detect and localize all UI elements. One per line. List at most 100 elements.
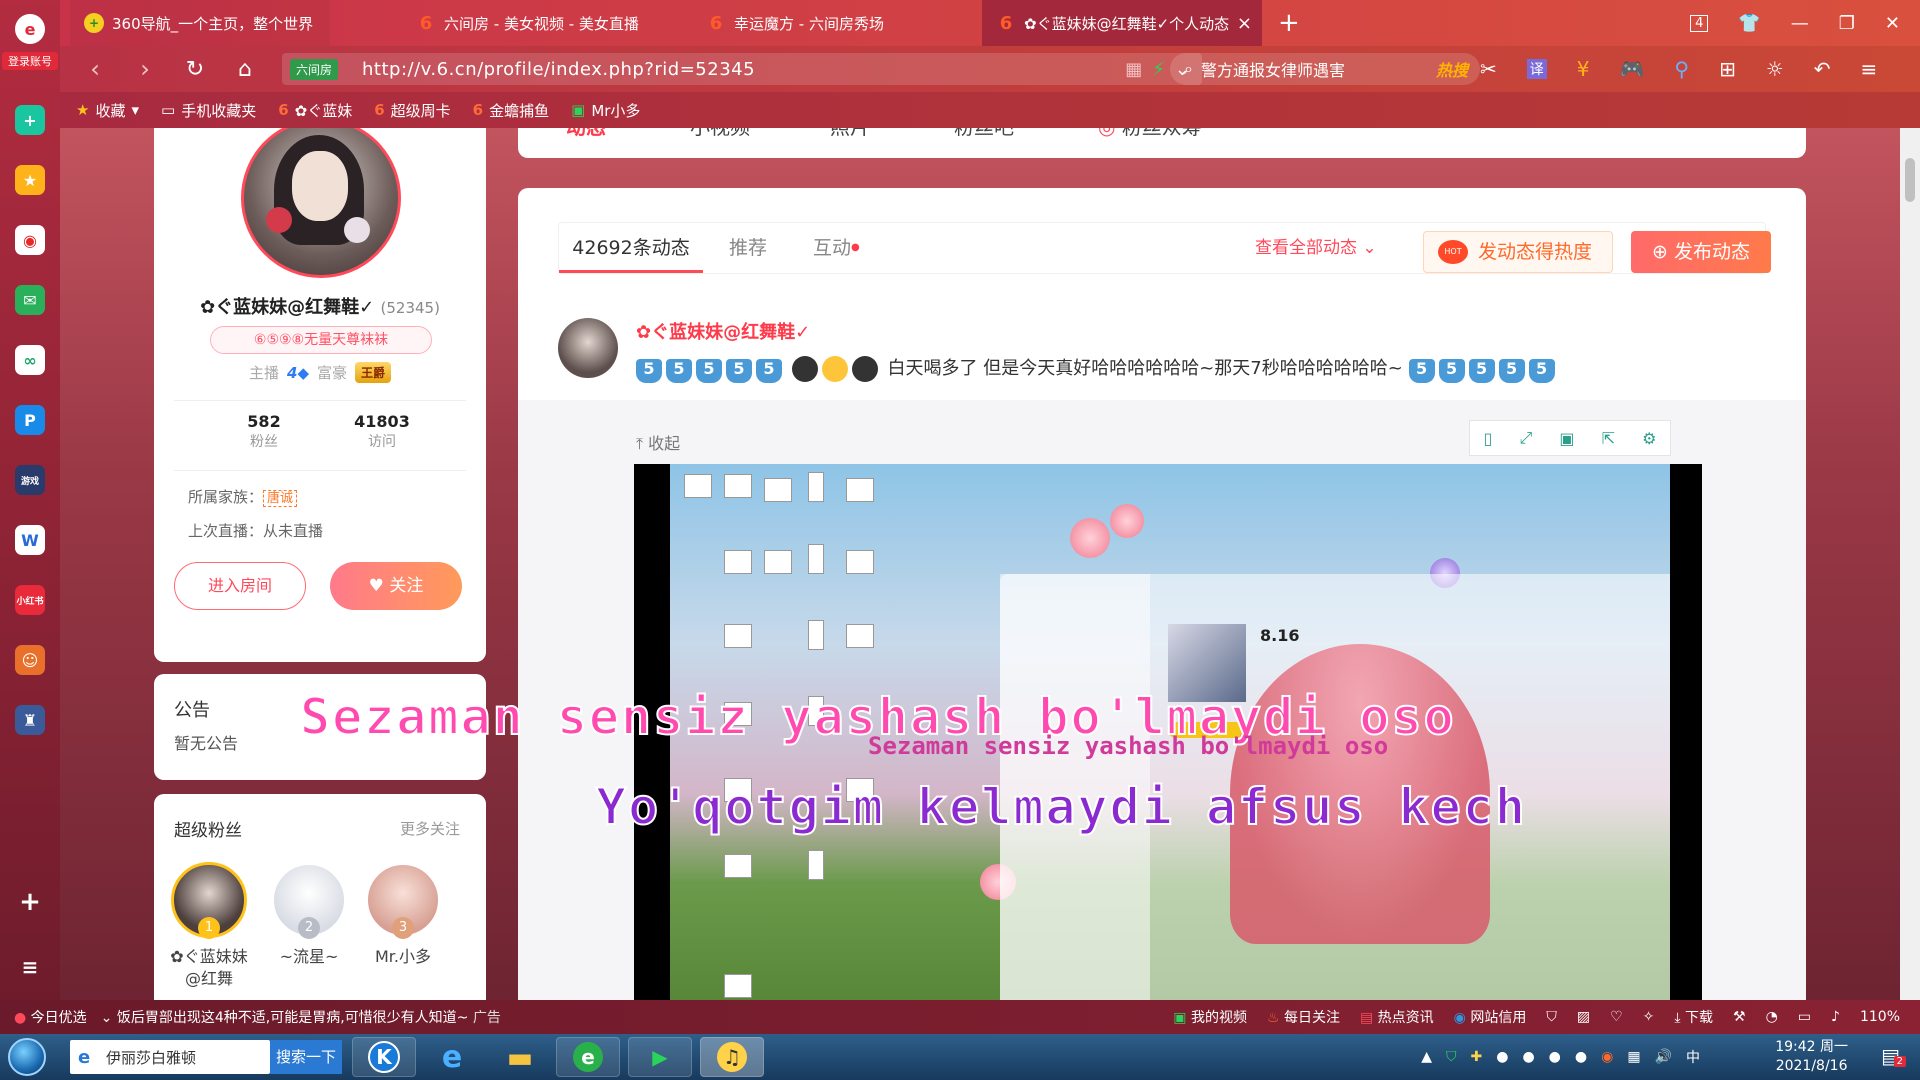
collapse-button[interactable]: ⤒ 收起 bbox=[636, 430, 680, 454]
undo-icon[interactable]: ↶ bbox=[1814, 57, 1831, 81]
plus-tray-icon[interactable]: ✚ bbox=[1471, 1049, 1483, 1065]
scroll-thumb[interactable] bbox=[1905, 158, 1915, 202]
superfan-item[interactable]: 3 Mr.小多 bbox=[358, 862, 448, 968]
view-all-posts-dropdown[interactable]: 查看全部动态 ⌄ bbox=[1255, 223, 1377, 273]
scissors-icon[interactable]: ✂ bbox=[1480, 57, 1497, 81]
weibo-icon[interactable]: ◉ bbox=[15, 225, 45, 255]
qr-code-icon[interactable]: ▦ bbox=[1125, 59, 1142, 80]
superfan-item[interactable]: 1 ✿ぐ蓝妹妹@红舞 bbox=[164, 862, 254, 990]
publish-post-button[interactable]: ⊕ 发布动态 bbox=[1631, 231, 1771, 273]
tab-profile[interactable]: 6 ✿ぐ蓝妹妹@红舞鞋✓个人动态 × bbox=[982, 0, 1262, 46]
speaker-icon[interactable]: 🔊 bbox=[1655, 1049, 1672, 1065]
taskbar-search-button[interactable]: 搜索一下 bbox=[270, 1040, 342, 1074]
translate-icon[interactable]: 译 bbox=[1526, 59, 1547, 79]
game-app-icon[interactable]: 游戏 bbox=[15, 465, 45, 495]
login-label[interactable]: 登录账号 bbox=[2, 52, 58, 70]
bookmark-super-week[interactable]: 6 超级周卡 bbox=[374, 100, 450, 121]
forward-icon[interactable]: › bbox=[120, 55, 170, 83]
url-input[interactable]: 六间房 http://v.6.cn/profile/index.php?rid=… bbox=[282, 53, 1202, 85]
new-tab-button[interactable]: + bbox=[1272, 0, 1312, 46]
fan-group-tag[interactable]: ⑥⑤⑨⑧无量天尊袜袜 bbox=[210, 326, 432, 354]
brightness-icon[interactable]: ☼ bbox=[1766, 57, 1784, 81]
k-app-icon[interactable]: K bbox=[352, 1037, 416, 1077]
ime-icon[interactable]: 中 bbox=[1686, 1047, 1700, 1067]
coupon-icon[interactable]: ¥ bbox=[1577, 57, 1590, 81]
menu-icon[interactable]: ≡ bbox=[1861, 57, 1878, 81]
minimize-icon[interactable]: — bbox=[1791, 13, 1809, 34]
add-app-icon[interactable]: + bbox=[15, 105, 45, 135]
game-character-icon[interactable]: ☺ bbox=[15, 645, 45, 675]
fullscreen-icon[interactable]: ⤢ bbox=[1519, 428, 1532, 448]
qq-icon[interactable]: ● bbox=[1496, 1049, 1508, 1065]
magnifier-icon[interactable]: ⚲ bbox=[1674, 57, 1689, 81]
taskbar-clock[interactable]: 19:42 周一 2021/8/16 bbox=[1775, 1038, 1848, 1076]
search-input[interactable]: ⌕ 警方通报女律师遇害 热搜 bbox=[1170, 53, 1480, 85]
bookmark-profile[interactable]: 6 ✿ぐ蓝妹 bbox=[278, 100, 352, 121]
shield-icon[interactable]: ⛉ bbox=[1546, 1009, 1557, 1025]
window-icon[interactable]: ▭ bbox=[1798, 1009, 1811, 1025]
cloud-sync-icon[interactable]: ∞ bbox=[15, 345, 45, 375]
back-icon[interactable]: ‹ bbox=[70, 55, 120, 83]
tab-recommend[interactable]: 推荐 bbox=[729, 223, 767, 273]
music-app-icon[interactable]: ♫ bbox=[700, 1037, 764, 1077]
download-link[interactable]: ⤓ 下载 bbox=[1674, 1007, 1713, 1027]
mail-icon[interactable]: ✉ bbox=[15, 285, 45, 315]
tab-all-posts[interactable]: 42692条动态 bbox=[559, 223, 703, 273]
clean-icon[interactable]: ✧ bbox=[1643, 1009, 1655, 1025]
network-icon[interactable]: ▦ bbox=[1627, 1049, 1640, 1065]
menu-list-icon[interactable]: ≡ bbox=[15, 952, 45, 982]
close-window-icon[interactable]: ✕ bbox=[1885, 13, 1900, 34]
tab-feed[interactable]: 动态 bbox=[566, 128, 606, 146]
today-picks[interactable]: ● 今日优选 bbox=[14, 1007, 87, 1027]
daily-follow-link[interactable]: ♨ 每日关注 bbox=[1267, 1007, 1340, 1027]
tab-lucky-cube[interactable]: 6 幸运魔方 - 六间房秀场 bbox=[692, 0, 972, 46]
tab-fan-forum[interactable]: 粉丝吧 bbox=[954, 128, 1014, 146]
save-icon[interactable]: ▣ bbox=[1559, 429, 1574, 448]
qq-icon[interactable]: ● bbox=[1522, 1049, 1534, 1065]
fans-stat[interactable]: 582 粉丝 bbox=[204, 412, 324, 451]
superfan-item[interactable]: 2 ~流星~ bbox=[264, 862, 354, 968]
folder-explorer-icon[interactable]: ▬ bbox=[488, 1037, 552, 1077]
heart-outline-icon[interactable]: ♡ bbox=[1610, 1009, 1623, 1025]
taskbar-search-input[interactable]: e 伊丽莎白雅顿 bbox=[70, 1040, 270, 1074]
volume-icon[interactable]: ♪ bbox=[1831, 1009, 1840, 1025]
news-ticker[interactable]: ⌄ 饭后胃部出现这4种不适,可能是胃病,可惜很少有人知道~ 广告 bbox=[101, 1007, 501, 1027]
site-credit-link[interactable]: ◉ 网站信用 bbox=[1454, 1007, 1527, 1027]
restore-icon[interactable]: ❐ bbox=[1839, 13, 1855, 34]
hot-news-link[interactable]: ▤ 热点资讯 bbox=[1360, 1007, 1434, 1027]
my-video-link[interactable]: ▣ 我的视频 bbox=[1173, 1007, 1247, 1027]
shirt-skin-icon[interactable]: 👕 bbox=[1738, 13, 1760, 34]
tab-short-video[interactable]: 小视频 bbox=[690, 128, 750, 146]
word-doc-icon[interactable]: W bbox=[15, 525, 45, 555]
post-for-heat-button[interactable]: HOT 发动态得热度 bbox=[1423, 231, 1613, 273]
tools-icon[interactable]: ⚒ bbox=[1733, 1009, 1746, 1025]
bookmark-mr-xiaoduo[interactable]: ▣ Mr小多 bbox=[571, 100, 640, 121]
p-app-icon[interactable]: P bbox=[15, 405, 45, 435]
bookmark-fishing[interactable]: 6 金蟾捕鱼 bbox=[473, 100, 549, 121]
gamepad-icon[interactable]: 🎮 bbox=[1620, 57, 1645, 81]
page-scrollbar[interactable] bbox=[1900, 128, 1920, 1000]
tab-6cn[interactable]: 6 六间房 - 美女视频 - 美女直播 bbox=[402, 0, 652, 46]
star-favorite-icon[interactable]: ★ bbox=[15, 165, 45, 195]
tab-photos[interactable]: 照片 bbox=[830, 128, 870, 146]
more-follows-link[interactable]: 更多关注 bbox=[400, 818, 460, 839]
weibo-login-icon[interactable]: e bbox=[15, 14, 45, 44]
close-tab-icon[interactable]: × bbox=[1237, 13, 1252, 34]
qq-icon[interactable]: ● bbox=[1575, 1049, 1587, 1065]
add-sidebar-icon[interactable]: + bbox=[15, 887, 45, 917]
tab-count-icon[interactable]: 4 bbox=[1690, 14, 1709, 32]
enter-room-button[interactable]: 进入房间 bbox=[174, 562, 306, 610]
share-icon[interactable]: ⇱ bbox=[1602, 429, 1615, 448]
tab-interaction[interactable]: 互动● bbox=[813, 223, 860, 273]
image-icon[interactable]: ▨ bbox=[1577, 1009, 1590, 1025]
internet-explorer-icon[interactable]: e bbox=[420, 1037, 484, 1077]
copy-icon[interactable]: ▯ bbox=[1484, 429, 1493, 448]
lightning-icon[interactable]: ⚡ bbox=[1152, 59, 1165, 80]
shield-tray-icon[interactable]: ⛉ bbox=[1446, 1049, 1457, 1065]
red-book-icon[interactable]: 小红书 bbox=[15, 585, 45, 615]
castle-game-icon[interactable]: ♜ bbox=[15, 705, 45, 735]
settings-gear-icon[interactable]: ⚙ bbox=[1642, 429, 1656, 448]
bookmark-favorites[interactable]: ★ 收藏 ▾ bbox=[76, 100, 139, 121]
post-author-name[interactable]: ✿ぐ蓝妹妹@红舞鞋✓ bbox=[636, 318, 810, 344]
qq-icon[interactable]: ● bbox=[1549, 1049, 1561, 1065]
